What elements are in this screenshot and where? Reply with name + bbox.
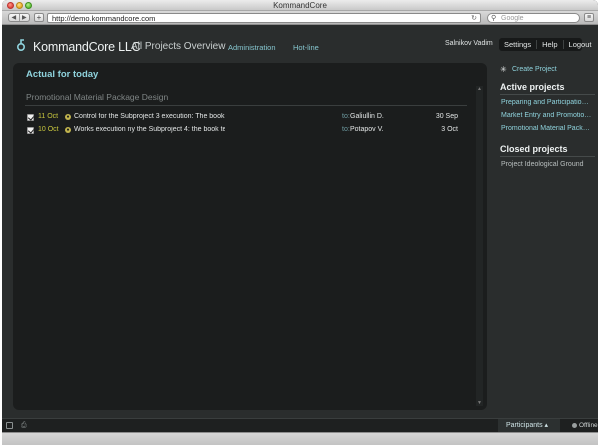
task-due-date: 3 Oct <box>441 126 458 133</box>
create-project-label[interactable]: Create Project <box>512 66 557 73</box>
browser-window: KommandCore ◀ ▶ + http://demo.kommandcor… <box>2 0 598 445</box>
url-text[interactable]: http://demo.kommandcore.com <box>52 14 155 23</box>
project-group-title[interactable]: Promotional Material Package Design <box>26 92 168 102</box>
reload-icon[interactable]: ↻ <box>471 14 477 23</box>
logout-link[interactable]: Logout <box>564 40 597 49</box>
task-assignee[interactable]: Potapov V. <box>350 126 384 133</box>
closed-project-link[interactable]: Project Ideological Ground <box>501 161 584 168</box>
task-date: 10 Oct <box>38 126 59 133</box>
create-project-button[interactable]: ✳ Create Project <box>500 65 557 74</box>
task-to-label: to: <box>342 126 350 133</box>
actual-today-panel: Actual for today Promotional Material Pa… <box>13 63 487 410</box>
task-title[interactable]: Control for the Subproject 3 execution: … <box>74 113 225 120</box>
address-bar[interactable]: http://demo.kommandcore.com ↻ <box>47 13 481 23</box>
connection-status-label: Offline <box>579 422 598 429</box>
forward-arrow-icon[interactable]: ▶ <box>20 14 30 21</box>
task-title[interactable]: Works execution ny the Subproject 4: the… <box>74 126 225 133</box>
clock-icon: ● <box>65 127 71 133</box>
clock-icon: ● <box>65 114 71 120</box>
settings-link[interactable]: Settings <box>499 40 538 49</box>
page-title: All Projects Overview <box>131 41 226 52</box>
active-project-link[interactable]: Promotional Material Package Design <box>501 125 592 132</box>
search-field[interactable]: ⚲ <box>487 13 580 23</box>
scroll-up-arrow-icon[interactable]: ▲ <box>476 86 483 92</box>
active-projects-heading: Active projects <box>500 82 565 92</box>
task-row[interactable]: 10 Oct ● Works execution ny the Subproje… <box>25 126 467 136</box>
sun-plus-icon: ✳ <box>500 65 507 74</box>
task-due-date: 30 Sep <box>435 113 458 120</box>
projects-sidebar: ✳ Create Project Active projects Prepari… <box>490 63 598 410</box>
search-icon: ⚲ <box>491 15 497 22</box>
section-title: Actual for today <box>26 69 99 80</box>
search-input[interactable] <box>501 14 575 22</box>
participants-tab[interactable]: Participants ▴ <box>498 419 560 432</box>
divider <box>25 105 467 106</box>
current-user-name: Salnikov Vadim <box>445 40 493 47</box>
back-arrow-icon[interactable]: ◀ <box>9 14 20 21</box>
help-link[interactable]: Help <box>537 40 564 49</box>
task-to-label: to: <box>342 113 350 120</box>
nav-link-administration[interactable]: Administration <box>228 43 276 52</box>
browser-statusbar <box>2 432 598 445</box>
app-footer: ⎙ Participants ▴ Offline <box>2 418 598 432</box>
task-date: 11 Oct <box>38 113 59 120</box>
connection-status[interactable]: Offline <box>572 419 598 432</box>
nav-link-hotline[interactable]: Hot-line <box>293 43 319 52</box>
bookmarks-menu-icon[interactable]: ≡ <box>584 13 594 22</box>
status-dot-icon <box>572 423 577 428</box>
app-container: KommandCore LLC All Projects Overview Ad… <box>2 26 598 418</box>
add-bookmark-button[interactable]: + <box>34 13 44 22</box>
kommandcore-logo-icon[interactable] <box>16 39 26 51</box>
task-list-scrollbar[interactable]: ▲ ▼ <box>476 86 483 406</box>
history-buttons: ◀ ▶ <box>8 13 30 22</box>
window-icon[interactable] <box>6 422 13 429</box>
divider <box>500 94 595 95</box>
chevron-up-icon: ▴ <box>544 422 549 429</box>
active-project-link[interactable]: Market Entry and Promotion Plan <box>501 112 592 119</box>
task-checkbox[interactable] <box>27 114 34 121</box>
divider <box>500 156 595 157</box>
participants-label[interactable]: Participants <box>506 422 543 429</box>
task-row[interactable]: 11 Oct ● Control for the Subproject 3 ex… <box>25 113 467 123</box>
task-checkbox[interactable] <box>27 127 34 134</box>
print-icon[interactable]: ⎙ <box>21 422 27 429</box>
task-assignee[interactable]: Galiullin D. <box>350 113 384 120</box>
brand-name[interactable]: KommandCore LLC <box>33 40 141 54</box>
browser-toolbar: ◀ ▶ + http://demo.kommandcore.com ↻ ⚲ ≡ <box>2 11 598 25</box>
user-menu: Settings Help Logout <box>499 38 592 51</box>
browser-titlebar: KommandCore <box>2 0 598 11</box>
scroll-down-arrow-icon[interactable]: ▼ <box>476 400 483 406</box>
window-title: KommandCore <box>273 1 327 10</box>
active-project-link[interactable]: Preparing and Participation in Exhibitio… <box>501 99 592 106</box>
closed-projects-heading: Closed projects <box>500 144 568 154</box>
